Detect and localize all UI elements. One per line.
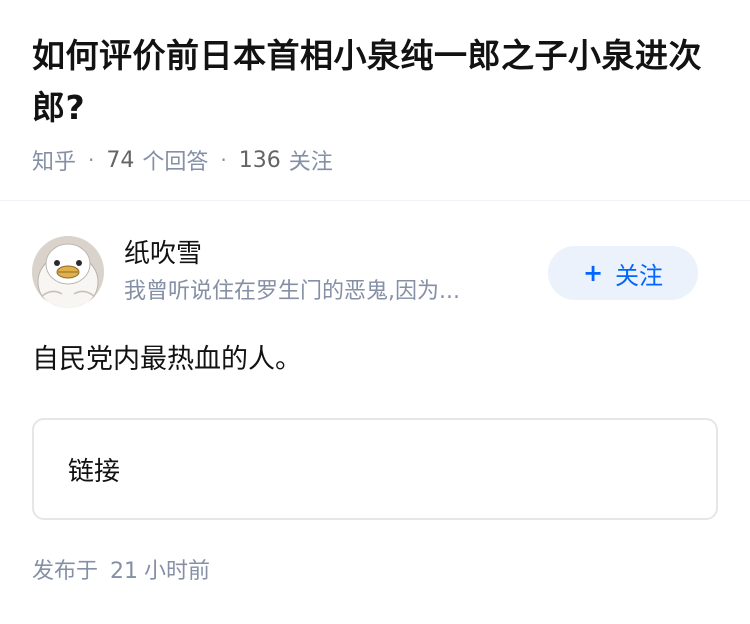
meta-separator: · xyxy=(220,148,227,172)
link-card-label: 链接 xyxy=(68,456,121,487)
followers-label: 关注 xyxy=(288,150,333,175)
answer-page: 如何评价前日本首相小泉纯一郎之子小泉进次郎? 知乎 · 74 个回答 · 136… xyxy=(0,0,750,624)
question-meta: 知乎 · 74 个回答 · 136 关注 xyxy=(32,144,718,176)
meta-separator: · xyxy=(88,148,95,172)
question-title[interactable]: 如何评价前日本首相小泉纯一郎之子小泉进次郎? xyxy=(32,30,722,134)
question-header: 如何评价前日本首相小泉纯一郎之子小泉进次郎? 知乎 · 74 个回答 · 136… xyxy=(0,0,750,175)
author-name[interactable]: 纸吹雪 xyxy=(124,236,202,272)
link-card[interactable]: 链接 xyxy=(32,418,718,520)
section-divider xyxy=(0,200,750,201)
post-time: 发布于 21 小时前 xyxy=(32,556,210,588)
follow-button[interactable]: + 关注 xyxy=(548,246,698,300)
post-time-suffix: 小时前 xyxy=(144,559,211,584)
answer-content: 自民党内最热血的人。 xyxy=(32,344,302,375)
white-duck-avatar-icon xyxy=(32,236,104,308)
author-bio: 我曾听说住在罗生门的恶鬼,因为... xyxy=(124,279,460,304)
plus-icon: + xyxy=(582,259,604,287)
follow-button-label: 关注 xyxy=(615,261,664,290)
followers-count: 136 xyxy=(238,147,281,173)
source-label[interactable]: 知乎 xyxy=(32,144,76,176)
avatar[interactable] xyxy=(32,236,104,308)
post-time-prefix: 发布于 xyxy=(32,559,99,584)
post-time-value: 21 xyxy=(110,559,139,584)
answers-count: 74 xyxy=(106,147,135,173)
author-row: 纸吹雪 我曾听说住在罗生门的恶鬼,因为... + 关注 xyxy=(32,234,718,310)
answers-label: 个回答 xyxy=(142,150,209,175)
